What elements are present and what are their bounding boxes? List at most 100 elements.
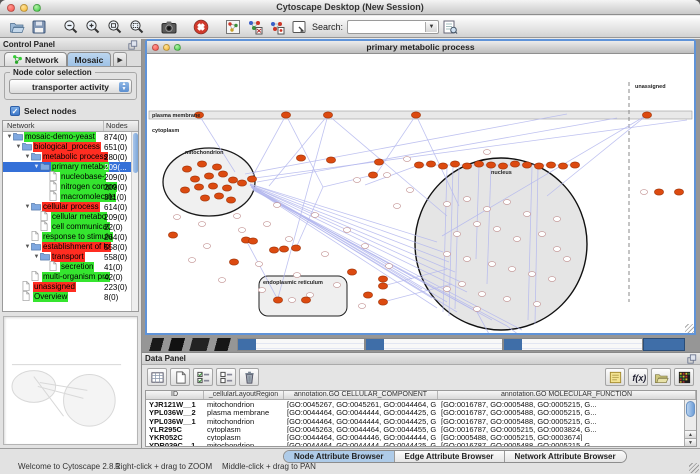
graph-node-selected[interactable] [326, 157, 335, 163]
save-button[interactable] [28, 17, 50, 36]
scroll-up-button[interactable]: ▲ [685, 430, 696, 438]
graph-node-selected[interactable] [414, 162, 423, 168]
graph-node-selected[interactable] [347, 269, 356, 275]
graph-node[interactable] [553, 217, 560, 222]
tree-item-overview[interactable]: Overview8(0) [3, 292, 138, 302]
zoom-fit-button[interactable] [126, 17, 148, 36]
attribute-table-header[interactable]: ID_cellularLayoutRegionannotation.GO CEL… [146, 391, 696, 400]
search-dropdown-arrow-icon[interactable]: ▼ [425, 22, 437, 32]
table-cell[interactable]: [GO:0045267, GO:0045261, GO:0044464, G..… [284, 400, 438, 408]
column-header-3[interactable]: annotation.GO MOLECULAR_FUNCTION [438, 391, 696, 399]
graph-node-selected[interactable] [450, 161, 459, 167]
table-row[interactable]: YLR295Ccytoplasm[GO:0045263, GO:0044464,… [146, 425, 696, 433]
tab-edge-attribute-browser[interactable]: Edge Attribute Browser [395, 451, 505, 462]
table-cell[interactable]: cytoplasm [204, 425, 284, 433]
graph-node-selected[interactable] [247, 176, 256, 182]
expand-arrow-icon[interactable]: ▼ [33, 164, 40, 170]
tree-item-biological-process[interactable]: ▼biological_process651(0) [3, 142, 138, 152]
table-cell[interactable]: mitochondrion [204, 417, 284, 425]
table-cell[interactable]: [GO:0016787, GO:0005488, GO:0005215, G..… [438, 441, 696, 447]
graph-node-selected[interactable] [411, 112, 420, 118]
expand-arrow-icon[interactable]: ▼ [6, 134, 13, 140]
graph-node[interactable] [503, 297, 510, 302]
tree-item-metabolic-process[interactable]: ▼metabolic process280(0) [3, 152, 138, 162]
table-row[interactable]: YPL036W__2plasma membrane[GO:0044464, GO… [146, 408, 696, 416]
graph-node[interactable] [321, 252, 328, 257]
network-edit-button[interactable] [244, 17, 266, 36]
table-cell[interactable]: [GO:0044464, GO:0044444, GO:0044425, G..… [284, 417, 438, 425]
table-cell[interactable]: [GO:0016787, GO:0005488, GO:0005215, G..… [438, 400, 696, 408]
snapshot-button[interactable] [158, 17, 180, 36]
attr-table-button[interactable] [147, 368, 167, 386]
graph-node-selected[interactable] [204, 173, 213, 179]
graph-node[interactable] [288, 298, 295, 303]
tree-item-response-to-stimulu[interactable]: response to stimulu264(0) [3, 232, 138, 242]
table-cell[interactable]: [GO:0045263, GO:0044464, GO:0044455, G..… [284, 425, 438, 433]
network-window-titlebar[interactable]: primary metabolic process [147, 41, 694, 54]
column-header-0[interactable]: ID [146, 391, 204, 399]
column-header-2[interactable]: annotation.GO CELLULAR_COMPONENT [284, 391, 438, 399]
graph-node-selected[interactable] [273, 297, 282, 303]
table-cell[interactable]: [GO:0044464, GO:0044444, GO:0044425, G..… [284, 408, 438, 416]
graph-node[interactable] [533, 302, 540, 307]
graph-node[interactable] [293, 273, 300, 278]
table-cell[interactable]: [GO:0044464, GO:0044446, GO:0044444, G..… [284, 433, 438, 441]
graph-node[interactable] [478, 292, 485, 297]
table-cell[interactable]: [GO:0016787, GO:0005215, GO:0003824, G..… [438, 425, 696, 433]
table-cell[interactable]: YPL036W__2 [146, 408, 204, 416]
graph-node-selected[interactable] [200, 195, 209, 201]
graph-node-selected[interactable] [248, 238, 257, 244]
window-titlebar[interactable]: Cytoscape Desktop (New Session) [0, 0, 700, 15]
graph-node-selected[interactable] [226, 197, 235, 203]
expand-arrow-icon[interactable]: ▼ [33, 254, 40, 260]
tree-scrollbar[interactable] [131, 132, 138, 311]
graph-node[interactable] [403, 157, 410, 162]
search-config-button[interactable] [288, 17, 310, 36]
tree-header[interactable]: Network Nodes [3, 121, 138, 132]
graph-node[interactable] [443, 202, 450, 207]
graph-node-selected[interactable] [374, 159, 383, 165]
table-cell[interactable]: YDR039C__1 [146, 441, 204, 447]
graph-node[interactable] [563, 257, 570, 262]
table-cell[interactable]: mitochondrion [204, 441, 284, 447]
graph-node-selected[interactable] [237, 180, 246, 186]
background-window[interactable] [643, 338, 685, 351]
graph-node[interactable] [285, 237, 292, 242]
graph-node-selected[interactable] [546, 162, 555, 168]
tab-node-attribute-browser[interactable]: Node Attribute Browser [284, 451, 395, 462]
graph-node[interactable] [508, 267, 515, 272]
tab-network[interactable]: Network [4, 52, 67, 66]
table-cell[interactable]: [GO:0016787, GO:0005488, GO:0005215, G..… [438, 417, 696, 425]
table-row[interactable]: YDR039C__1mitochondrion[GO:0044464, GO:0… [146, 441, 696, 447]
graph-node-selected[interactable] [296, 155, 305, 161]
graph-node[interactable] [306, 293, 313, 298]
canvas-resize-grip[interactable] [685, 324, 694, 333]
graph-node[interactable] [255, 262, 262, 267]
graph-node[interactable] [483, 150, 490, 155]
matrix-button[interactable] [674, 368, 694, 386]
graph-node-selected[interactable] [269, 247, 278, 253]
nucleus-region[interactable] [415, 158, 587, 330]
graph-node[interactable] [548, 277, 555, 282]
search-input[interactable]: ▼ [347, 20, 439, 34]
graph-node-selected[interactable] [190, 176, 199, 182]
graph-node-selected[interactable] [228, 177, 237, 183]
graph-node[interactable] [443, 252, 450, 257]
graph-node[interactable] [233, 214, 240, 219]
graph-node[interactable] [383, 173, 390, 178]
graph-node[interactable] [538, 232, 545, 237]
graph-node-selected[interactable] [194, 184, 203, 190]
background-window[interactable] [365, 338, 503, 351]
zoom-selected-button[interactable] [104, 17, 126, 36]
table-row[interactable]: YPL036W__1mitochondrion[GO:0044464, GO:0… [146, 417, 696, 425]
table-scrollbar[interactable]: ▲ ▼ [684, 400, 696, 446]
table-cell[interactable]: YPL036W__1 [146, 417, 204, 425]
graph-node-selected[interactable] [214, 193, 223, 199]
graph-node[interactable] [488, 262, 495, 267]
graph-node[interactable] [443, 287, 450, 292]
graph-node-selected[interactable] [363, 292, 372, 298]
select-attrs-button[interactable] [193, 368, 213, 386]
new-attr-button[interactable] [170, 368, 190, 386]
graph-node[interactable] [503, 200, 510, 205]
network-window[interactable]: primary metabolic process plasma membran… [145, 39, 696, 335]
